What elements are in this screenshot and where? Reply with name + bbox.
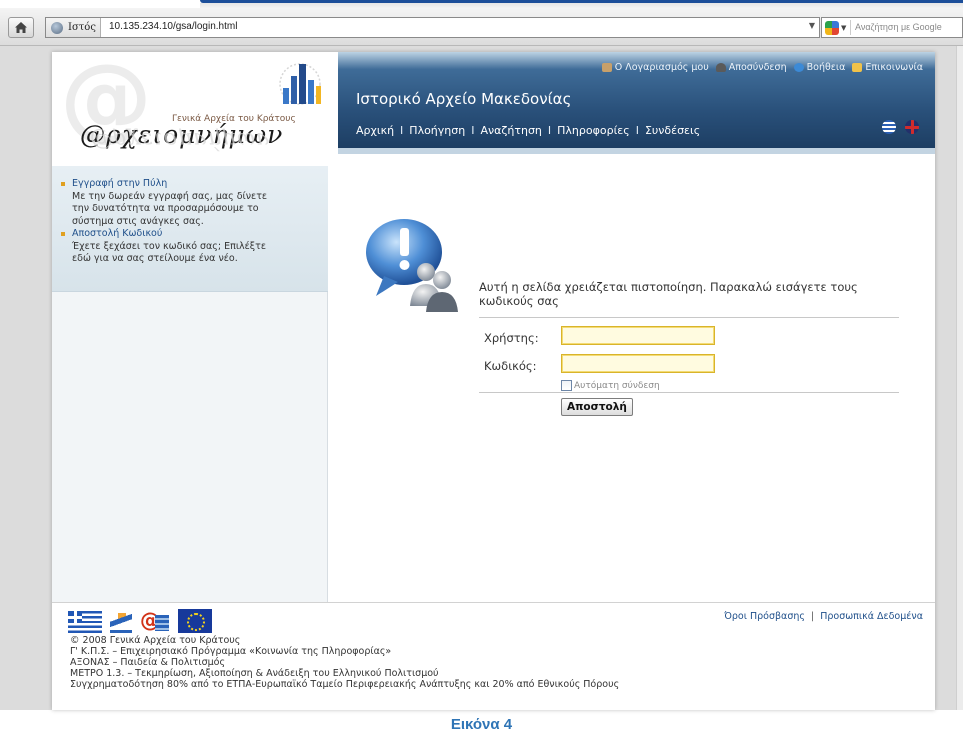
search-bar[interactable]: ▼ Αναζήτηση με Google xyxy=(821,17,963,38)
search-placeholder[interactable]: Αναζήτηση με Google xyxy=(855,22,942,32)
scrollbar[interactable] xyxy=(956,46,963,710)
window-top-accent xyxy=(200,0,963,8)
remember-me-checkbox[interactable] xyxy=(561,380,572,391)
nav-separator: I xyxy=(400,124,404,137)
footer-link-separator: | xyxy=(810,611,815,622)
send-password-link[interactable]: Αποστολή Κωδικού xyxy=(72,228,276,241)
username-label: Χρήστης: xyxy=(484,331,539,345)
site-identity-button[interactable]: Ιστός xyxy=(46,18,101,37)
address-bar[interactable]: Ιστός 10.135.234.10/gsa/login.html ▼ xyxy=(45,17,820,38)
footer-line: ΜΕΤΡΟ 1.3. – Τεκμηρίωση, Αξιοποίηση & Αν… xyxy=(70,668,439,679)
sidebar-box: Εγγραφή στην Πύλη Με την δωρεάν εγγραφή … xyxy=(52,166,328,292)
register-link[interactable]: Εγγραφή στην Πύλη xyxy=(72,178,276,191)
figure-caption: Εικόνα 4 xyxy=(450,716,513,733)
sidebar-item-send-password: Αποστολή Κωδικού Έχετε ξεχάσει τον κωδικ… xyxy=(61,228,276,266)
send-password-description: Έχετε ξεχάσει τον κωδικό σας; Επιλέξτε ε… xyxy=(72,240,266,265)
footer-line: ΑΞΟΝΑΣ – Παιδεία & Πολιτισμός xyxy=(70,657,226,668)
home-button[interactable] xyxy=(8,17,34,38)
archives-bars-logo xyxy=(279,63,321,105)
main-content: Αυτή η σελίδα χρειάζεται πιστοποίηση. Πα… xyxy=(329,166,935,602)
globe-icon xyxy=(51,21,63,34)
envelope-icon xyxy=(852,63,863,72)
footer-line: © 2008 Γενικά Αρχεία του Κράτους xyxy=(70,635,241,646)
nav-separator: I xyxy=(471,124,475,137)
submit-button[interactable]: Αποστολή xyxy=(561,398,633,416)
footer-links: Όροι Πρόσβασης | Προσωπικά Δεδομένα xyxy=(724,611,923,622)
logo-wordmark-reflection: @ρχειομνήμων xyxy=(90,127,271,152)
nav-item-home[interactable]: Αρχική xyxy=(356,124,394,137)
authentication-users-icon xyxy=(366,219,458,312)
page-footer: @ Όροι Πρόσβασης | Προσωπικά Δεδομένα © … xyxy=(52,602,935,710)
site-header: Ο Λογαριασμός μου Αποσύνδεση Βοήθεια Επι… xyxy=(338,52,935,154)
logout-label: Αποσύνδεση xyxy=(728,62,787,73)
username-input[interactable] xyxy=(561,326,715,345)
archeiomnimon-logo: @ xyxy=(140,608,170,633)
nav-item-links[interactable]: Συνδέσεις xyxy=(645,124,700,137)
help-link[interactable]: Βοήθεια xyxy=(793,62,846,73)
account-icon xyxy=(601,63,612,72)
search-engine-selector[interactable]: ▼ xyxy=(825,20,851,35)
url-text[interactable]: 10.135.234.10/gsa/login.html xyxy=(109,21,237,32)
form-divider xyxy=(479,392,899,393)
help-icon xyxy=(793,63,804,72)
nav-item-browse[interactable]: Πλοήγηση xyxy=(409,124,465,137)
english-flag-icon[interactable] xyxy=(905,120,919,134)
terms-of-access-link[interactable]: Όροι Πρόσβασης xyxy=(724,611,805,622)
eu-flag-icon xyxy=(178,609,212,633)
greek-flag-icon[interactable] xyxy=(882,120,896,134)
language-switcher xyxy=(882,120,919,134)
register-description: Με την δωρεάν εγγραφή σας, μας δίνετε τη… xyxy=(72,190,268,227)
password-input[interactable] xyxy=(561,354,715,373)
password-label: Κωδικός: xyxy=(484,359,537,373)
google-icon xyxy=(825,20,839,35)
personal-data-link[interactable]: Προσωπικά Δεδομένα xyxy=(820,611,923,622)
sidebar-list: Εγγραφή στην Πύλη Με την δωρεάν εγγραφή … xyxy=(61,178,276,266)
sidebar-item-register: Εγγραφή στην Πύλη Με την δωρεάν εγγραφή … xyxy=(61,178,276,228)
site-identity-label: Ιστός xyxy=(68,22,96,33)
site-title: Ιστορικό Αρχείο Μακεδονίας xyxy=(356,90,572,108)
browser-navigation-bar: Ιστός 10.135.234.10/gsa/login.html ▼ ▼ Α… xyxy=(0,8,963,46)
site-logo[interactable]: @ Γενικά Αρχεία του Κράτους @ρχειομνήμων… xyxy=(52,52,338,158)
nav-separator: I xyxy=(635,124,639,137)
browser-viewport: @ Γενικά Αρχεία του Κράτους @ρχειομνήμων… xyxy=(0,46,963,710)
remember-me[interactable]: Αυτόματη σύνδεση xyxy=(561,380,660,391)
my-account-link[interactable]: Ο Λογαριασμός μου xyxy=(601,62,709,73)
nav-separator: I xyxy=(547,124,552,137)
chevron-down-icon: ▼ xyxy=(841,23,847,32)
utility-links: Ο Λογαριασμός μου Αποσύνδεση Βοήθεια Επι… xyxy=(601,62,923,73)
sidebar: Εγγραφή στην Πύλη Με την δωρεάν εγγραφή … xyxy=(52,166,328,602)
authentication-message: Αυτή η σελίδα χρειάζεται πιστοποίηση. Πα… xyxy=(479,280,858,308)
logout-link[interactable]: Αποσύνδεση xyxy=(715,62,787,73)
greek-flag-icon xyxy=(68,611,102,633)
footer-line: Γ' Κ.Π.Σ. – Επιχειρησιακό Πρόγραμμα «Κοι… xyxy=(70,646,392,657)
dropdown-arrow-icon[interactable]: ▼ xyxy=(809,21,815,30)
home-icon xyxy=(15,22,27,33)
nav-item-search[interactable]: Αναζήτηση xyxy=(480,124,541,137)
footer-credits: © 2008 Γενικά Αρχεία του Κράτους Γ' Κ.Π.… xyxy=(70,635,619,690)
main-navigation: Αρχική I Πλοήγηση I Αναζήτηση I Πληροφορ… xyxy=(356,124,700,137)
nav-item-info[interactable]: Πληροφορίες xyxy=(557,124,630,137)
my-account-label: Ο Λογαριασμός μου xyxy=(614,62,709,73)
contact-link[interactable]: Επικοινωνία xyxy=(852,62,923,73)
web-page: @ Γενικά Αρχεία του Κράτους @ρχειομνήμων… xyxy=(52,52,935,710)
contact-label: Επικοινωνία xyxy=(865,62,923,73)
form-divider xyxy=(479,317,899,318)
remember-me-label: Αυτόματη σύνδεση xyxy=(574,380,660,391)
footer-line: Συγχρηματοδότηση 80% από το ΕΤΠΑ-Ευρωπαϊ… xyxy=(70,679,620,690)
information-society-logo xyxy=(110,611,132,633)
user-icon xyxy=(715,63,726,72)
footer-logos: @ xyxy=(68,608,212,633)
help-label: Βοήθεια xyxy=(806,62,846,73)
